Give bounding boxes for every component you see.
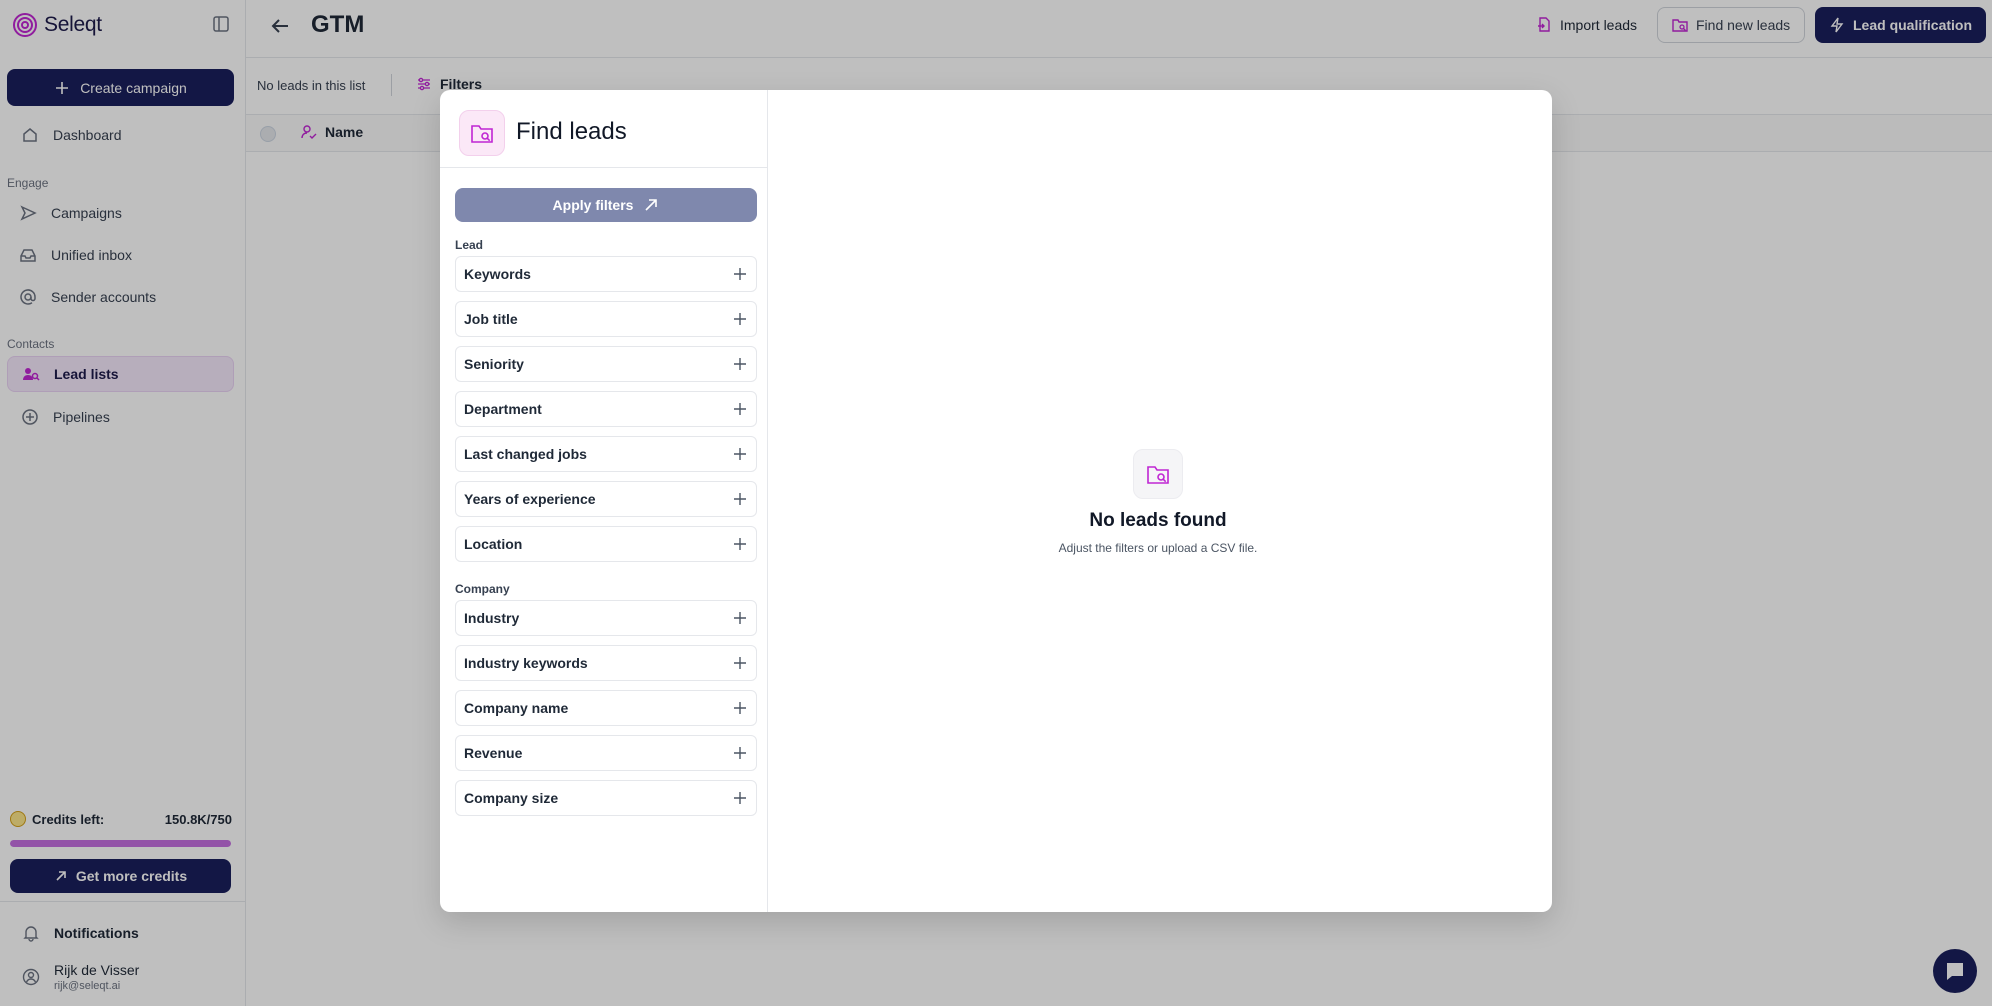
filter-label: Years of experience [464, 491, 596, 507]
filter-label: Industry [464, 610, 520, 626]
arrow-up-right-icon [645, 199, 658, 211]
filter-label: Seniority [464, 356, 524, 372]
plus-icon[interactable] [732, 266, 748, 282]
plus-icon[interactable] [732, 745, 748, 761]
modal-header: Find leads [440, 90, 768, 168]
empty-state-title: No leads found [1089, 510, 1227, 531]
plus-icon[interactable] [732, 700, 748, 716]
empty-state-icon-badge [1133, 449, 1183, 499]
filter-row[interactable]: Seniority [455, 346, 757, 382]
modal-title: Find leads [516, 118, 627, 145]
filter-label: Job title [464, 311, 518, 327]
header-icon-badge [459, 110, 505, 156]
find-leads-modal: Find leads Apply filters Lead Keywords Jo… [440, 90, 1552, 912]
filter-label: Industry keywords [464, 655, 588, 671]
filter-row[interactable]: Revenue [455, 735, 757, 771]
filter-label: Department [464, 401, 542, 417]
plus-icon[interactable] [732, 655, 748, 671]
filter-row[interactable]: Last changed jobs [455, 436, 757, 472]
plus-icon[interactable] [732, 610, 748, 626]
filter-row[interactable]: Department [455, 391, 757, 427]
filter-row[interactable]: Company name [455, 690, 757, 726]
filter-label: Location [464, 536, 523, 552]
filter-label: Revenue [464, 745, 523, 761]
plus-icon[interactable] [732, 536, 748, 552]
filter-row[interactable]: Industry keywords [455, 645, 757, 681]
filter-row[interactable]: Keywords [455, 256, 757, 292]
plus-icon[interactable] [732, 356, 748, 372]
folder-search-icon [471, 125, 493, 143]
filter-label: Company size [464, 790, 559, 806]
filter-row[interactable]: Location [455, 526, 757, 562]
filter-label: Keywords [464, 266, 531, 282]
plus-icon[interactable] [732, 790, 748, 806]
filter-row[interactable]: Industry [455, 600, 757, 636]
filters-panel: Find leads Apply filters Lead Keywords Jo… [440, 90, 768, 912]
filter-label: Last changed jobs [464, 446, 587, 462]
plus-icon[interactable] [732, 491, 748, 507]
lead-group-label: Lead [455, 238, 484, 252]
plus-icon[interactable] [732, 311, 748, 327]
folder-search-icon [1147, 466, 1169, 484]
company-group-label: Company [455, 582, 510, 596]
filter-row[interactable]: Job title [455, 301, 757, 337]
apply-filters-label: Apply filters [552, 197, 634, 213]
filter-row[interactable]: Years of experience [455, 481, 757, 517]
plus-icon[interactable] [732, 446, 748, 462]
filter-label: Company name [464, 700, 569, 716]
empty-state-subtitle: Adjust the filters or upload a CSV file. [1058, 541, 1258, 555]
filter-row[interactable]: Company size [455, 780, 757, 816]
apply-filters-button[interactable]: Apply filters [455, 188, 757, 222]
plus-icon[interactable] [732, 401, 748, 417]
